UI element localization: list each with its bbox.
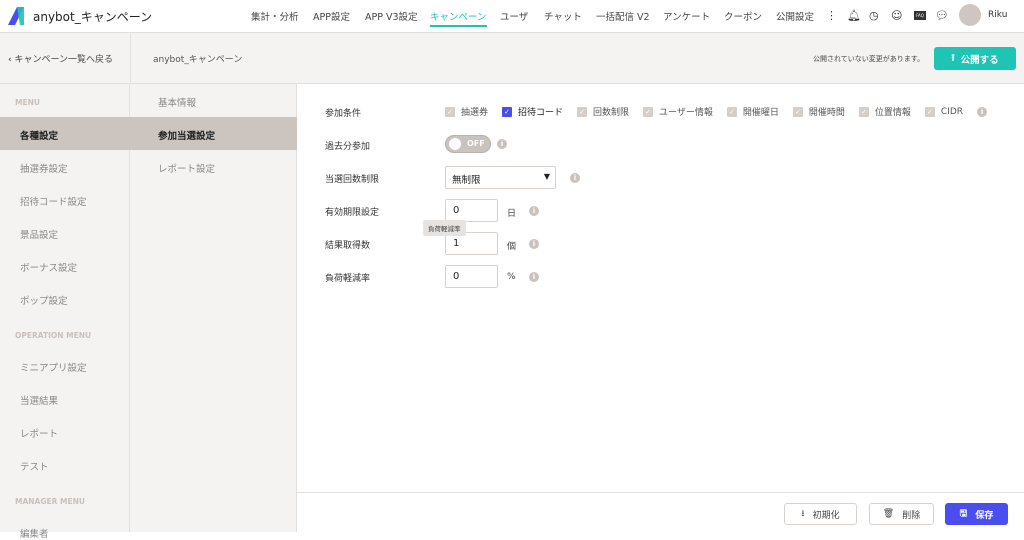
faq-icon[interactable]: FAQ	[914, 11, 926, 20]
load-reduction-unit: %	[507, 272, 516, 282]
checkbox-user-info[interactable]: ✓	[643, 106, 654, 117]
sidebar-item-prize[interactable]: 景品設定	[20, 227, 58, 241]
info-icon[interactable]: i	[497, 139, 507, 149]
sub-header: ‹ キャンペーン一覧へ戻る anybot_キャンペーン 公開されていない変更があ…	[0, 33, 1024, 84]
subnav-report-settings[interactable]: レポート設定	[158, 161, 215, 175]
sub-sidebar	[130, 84, 297, 532]
menu-heading: MENU	[15, 98, 40, 107]
sidebar-item-lottery[interactable]: 抽選券設定	[20, 161, 68, 175]
conditions-checkboxes: ✓ 抽選券 ✓ 招待コード ✓ 回数制限 ✓ ユーザー情報 ✓ 開催曜日 ✓ 開催時間 ✓ 位…	[445, 105, 988, 118]
publish-button[interactable]: ⭱ 公開する	[934, 47, 1016, 70]
info-icon[interactable]: i	[977, 106, 988, 117]
unpublished-notice: 公開されていない変更があります。	[813, 55, 925, 63]
chat-icon[interactable]: 💬︎	[935, 9, 949, 22]
manager-menu-heading: MANAGER MENU	[15, 497, 85, 506]
nav-survey[interactable]: アンケート	[663, 9, 710, 23]
subnav-participation[interactable]: 参加当選設定	[158, 128, 215, 142]
operation-menu-heading: OPERATION MENU	[15, 331, 92, 340]
more-vertical-icon[interactable]: ⋮	[826, 9, 837, 22]
nav-coupon[interactable]: クーポン	[724, 9, 762, 23]
toggle-knob	[449, 138, 461, 150]
sidebar-item-bonus[interactable]: ボーナス設定	[20, 260, 77, 274]
nav-analytics[interactable]: 集計・分析	[251, 9, 299, 23]
campaign-name: anybot_キャンペーン	[153, 55, 243, 65]
select-value: 無制限	[452, 175, 481, 186]
results-count-label: 結果取得数	[325, 241, 371, 251]
clock-icon[interactable]: ◷	[869, 9, 879, 22]
win-limit-label: 当選回数制限	[325, 175, 380, 185]
checkbox-label: CIDR	[940, 106, 964, 117]
sidebar-item-pop[interactable]: ポップ設定	[20, 293, 68, 307]
support-icon[interactable]: ☺	[891, 9, 902, 22]
toggle-state: OFF	[467, 139, 485, 148]
past-participation-toggle[interactable]: OFF	[445, 135, 491, 153]
nav-campaign[interactable]: キャンペーン	[430, 9, 487, 27]
load-reduction-input[interactable]: 0	[445, 265, 498, 288]
win-limit-select[interactable]: 無制限 ▼	[445, 166, 556, 189]
dropdown-arrow-icon: ▼	[543, 172, 550, 181]
subnav-basic-info[interactable]: 基本情報	[158, 95, 196, 109]
app-title: anybot_キャンペーン	[33, 10, 153, 24]
nav-users[interactable]: ユーザ	[500, 9, 528, 23]
checkbox-label: 開催時間	[808, 108, 845, 118]
top-header: anybot_キャンペーン 集計・分析 APP設定 APP V3設定 キャンペー…	[0, 0, 1024, 33]
info-icon[interactable]: i	[529, 206, 539, 216]
sidebar-item-mini-app[interactable]: ミニアプリ設定	[20, 360, 87, 374]
reset-button[interactable]: ⭳ 初期化	[784, 503, 857, 525]
nav-chat[interactable]: チャット	[544, 9, 582, 23]
checkbox-weekday[interactable]: ✓	[726, 106, 737, 117]
expiry-unit: 日	[507, 209, 517, 219]
nav-publish-settings[interactable]: 公開設定	[776, 9, 814, 23]
checkbox-invite-code[interactable]: ✓	[502, 106, 513, 117]
nav-broadcast-v2[interactable]: 一括配信 V2	[596, 9, 650, 23]
checkbox-time[interactable]: ✓	[792, 106, 803, 117]
results-count-unit: 個	[507, 242, 517, 252]
conditions-label: 参加条件	[325, 109, 362, 119]
sidebar-item-report[interactable]: レポート	[20, 426, 58, 440]
sidebar-item-results[interactable]: 当選結果	[20, 393, 58, 407]
checkbox-label: 抽選券	[461, 108, 489, 118]
info-icon[interactable]: i	[529, 239, 539, 249]
save-disk-icon: 🖫	[959, 509, 968, 519]
sidebar-item-editors[interactable]: 編集者	[20, 526, 49, 540]
footer-divider	[297, 492, 1024, 493]
checkbox-label: 回数制限	[593, 108, 630, 118]
trash-icon: 🗑︎	[882, 509, 895, 519]
info-icon[interactable]: i	[570, 173, 580, 183]
checkbox-label: 招待コード	[518, 108, 564, 118]
info-icon[interactable]: i	[529, 272, 539, 282]
download-icon: ⭳	[801, 509, 805, 519]
tooltip: 負荷軽減率	[423, 220, 466, 236]
upload-icon: ⭱	[951, 52, 955, 64]
sidebar-item-invite-code[interactable]: 招待コード設定	[20, 194, 87, 208]
anybot-logo-icon	[8, 7, 24, 25]
user-name[interactable]: Riku	[988, 10, 1007, 20]
back-to-campaign-list-link[interactable]: ‹ キャンペーン一覧へ戻る	[8, 52, 113, 65]
sidebar-item-settings[interactable]: 各種設定	[20, 128, 58, 142]
expiry-input[interactable]: 0	[445, 199, 498, 222]
past-participation-label: 過去分参加	[325, 142, 371, 152]
divider	[130, 33, 131, 84]
checkbox-label: 開催曜日	[742, 108, 779, 118]
checkbox-location[interactable]: ✓	[858, 106, 869, 117]
checkbox-label: 位置情報	[874, 108, 911, 118]
nav-app-v3-settings[interactable]: APP V3設定	[365, 9, 418, 23]
load-reduction-label: 負荷軽減率	[325, 274, 371, 284]
checkbox-label: ユーザー情報	[659, 108, 713, 118]
checkbox-cidr[interactable]: ✓	[924, 106, 935, 117]
expiry-label: 有効期限設定	[325, 208, 380, 218]
checkbox-lottery[interactable]: ✓	[445, 106, 455, 117]
sidebar-item-test[interactable]: テスト	[20, 459, 49, 473]
save-button[interactable]: 🖫 保存	[945, 503, 1008, 525]
delete-button[interactable]: 🗑︎ 削除	[869, 503, 934, 525]
checkbox-count-limit[interactable]: ✓	[577, 106, 588, 117]
avatar[interactable]	[959, 4, 981, 26]
nav-app-settings[interactable]: APP設定	[313, 9, 350, 23]
bell-icon[interactable]: 🔔︎	[847, 9, 861, 22]
